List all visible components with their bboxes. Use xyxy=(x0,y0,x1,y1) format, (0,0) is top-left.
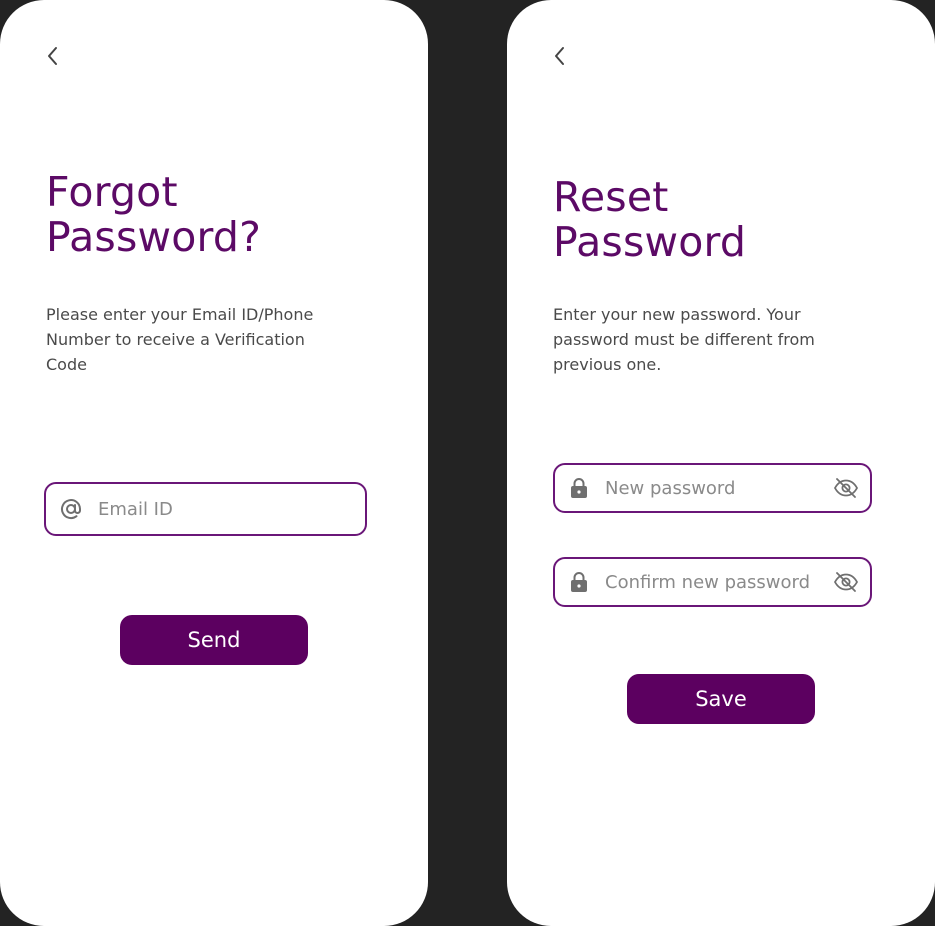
chevron-left-icon xyxy=(48,47,57,65)
back-button[interactable] xyxy=(40,42,66,70)
page-title: Reset Password xyxy=(553,175,746,265)
title-line-1: Reset xyxy=(553,173,669,221)
description-line-1: Please enter your Email ID/Phone xyxy=(46,305,314,324)
email-input[interactable] xyxy=(98,498,351,520)
lock-icon xyxy=(569,571,589,593)
save-button[interactable]: Save xyxy=(627,674,815,724)
description-line-3: Code xyxy=(46,355,87,374)
forgot-password-screen: Forgot Password? Please enter your Email… xyxy=(0,0,428,926)
title-line-2: Password xyxy=(553,218,747,266)
new-password-input[interactable] xyxy=(605,477,826,499)
send-button[interactable]: Send xyxy=(120,615,308,665)
confirm-password-input[interactable] xyxy=(605,571,826,593)
page-description: Please enter your Email ID/Phone Number … xyxy=(46,302,313,377)
description-line-3: previous one. xyxy=(553,355,662,374)
page-description: Enter your new password. Your password m… xyxy=(553,302,815,377)
lock-icon xyxy=(569,477,589,499)
email-field[interactable] xyxy=(44,482,367,536)
page-title: Forgot Password? xyxy=(46,170,261,260)
confirm-password-field[interactable] xyxy=(553,557,872,607)
eye-off-icon[interactable] xyxy=(832,571,860,593)
description-line-1: Enter your new password. Your xyxy=(553,305,801,324)
at-sign-icon xyxy=(58,497,84,521)
chevron-left-icon xyxy=(555,47,564,65)
title-line-1: Forgot xyxy=(46,168,178,216)
description-line-2: Number to receive a Verification xyxy=(46,330,305,349)
back-button[interactable] xyxy=(547,42,573,70)
title-line-2: Password? xyxy=(46,213,262,261)
reset-password-screen: Reset Password Enter your new password. … xyxy=(507,0,935,926)
eye-off-icon[interactable] xyxy=(832,477,860,499)
description-line-2: password must be different from xyxy=(553,330,815,349)
new-password-field[interactable] xyxy=(553,463,872,513)
